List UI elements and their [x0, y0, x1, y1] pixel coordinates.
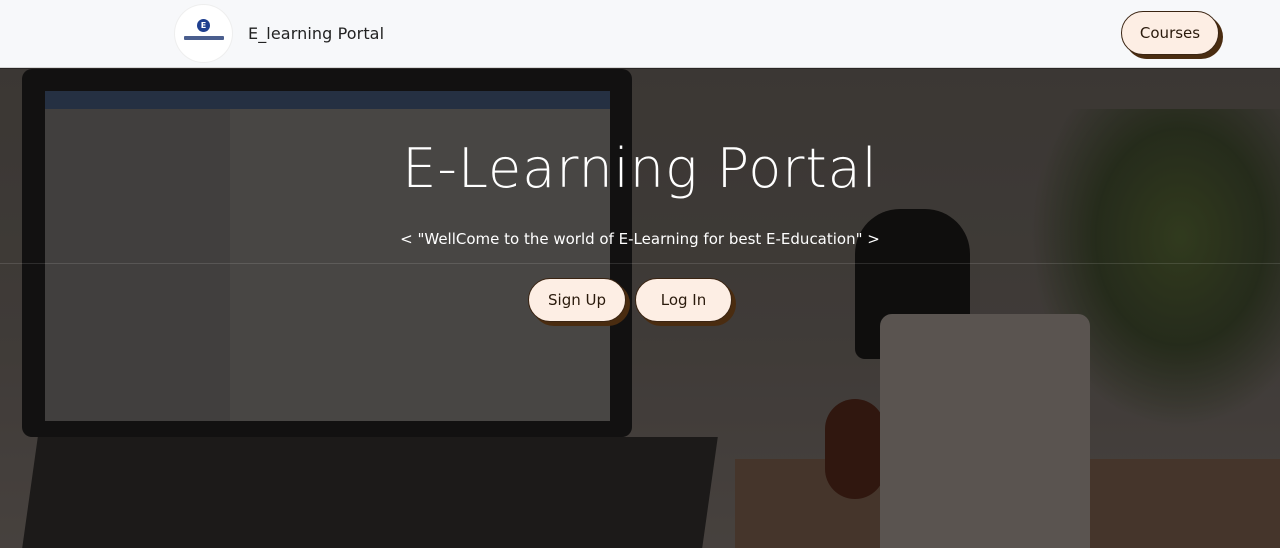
logo-badge-icon: E [197, 19, 210, 32]
brand-name[interactable]: E_learning Portal [248, 24, 384, 43]
login-button[interactable]: Log In [635, 278, 732, 322]
hero-title: E-Learning Portal [402, 137, 878, 200]
logo-wordmark [184, 36, 224, 40]
courses-button[interactable]: Courses [1121, 11, 1219, 55]
site-logo[interactable]: E [175, 5, 232, 62]
navbar: E E_learning Portal Courses [0, 0, 1280, 68]
signup-button[interactable]: Sign Up [528, 278, 626, 322]
hero-divider [0, 263, 1280, 264]
hero-tagline: < "WellCome to the world of E-Learning f… [400, 230, 880, 248]
hero-section: E-Learning Portal < "WellCome to the wor… [0, 69, 1280, 548]
